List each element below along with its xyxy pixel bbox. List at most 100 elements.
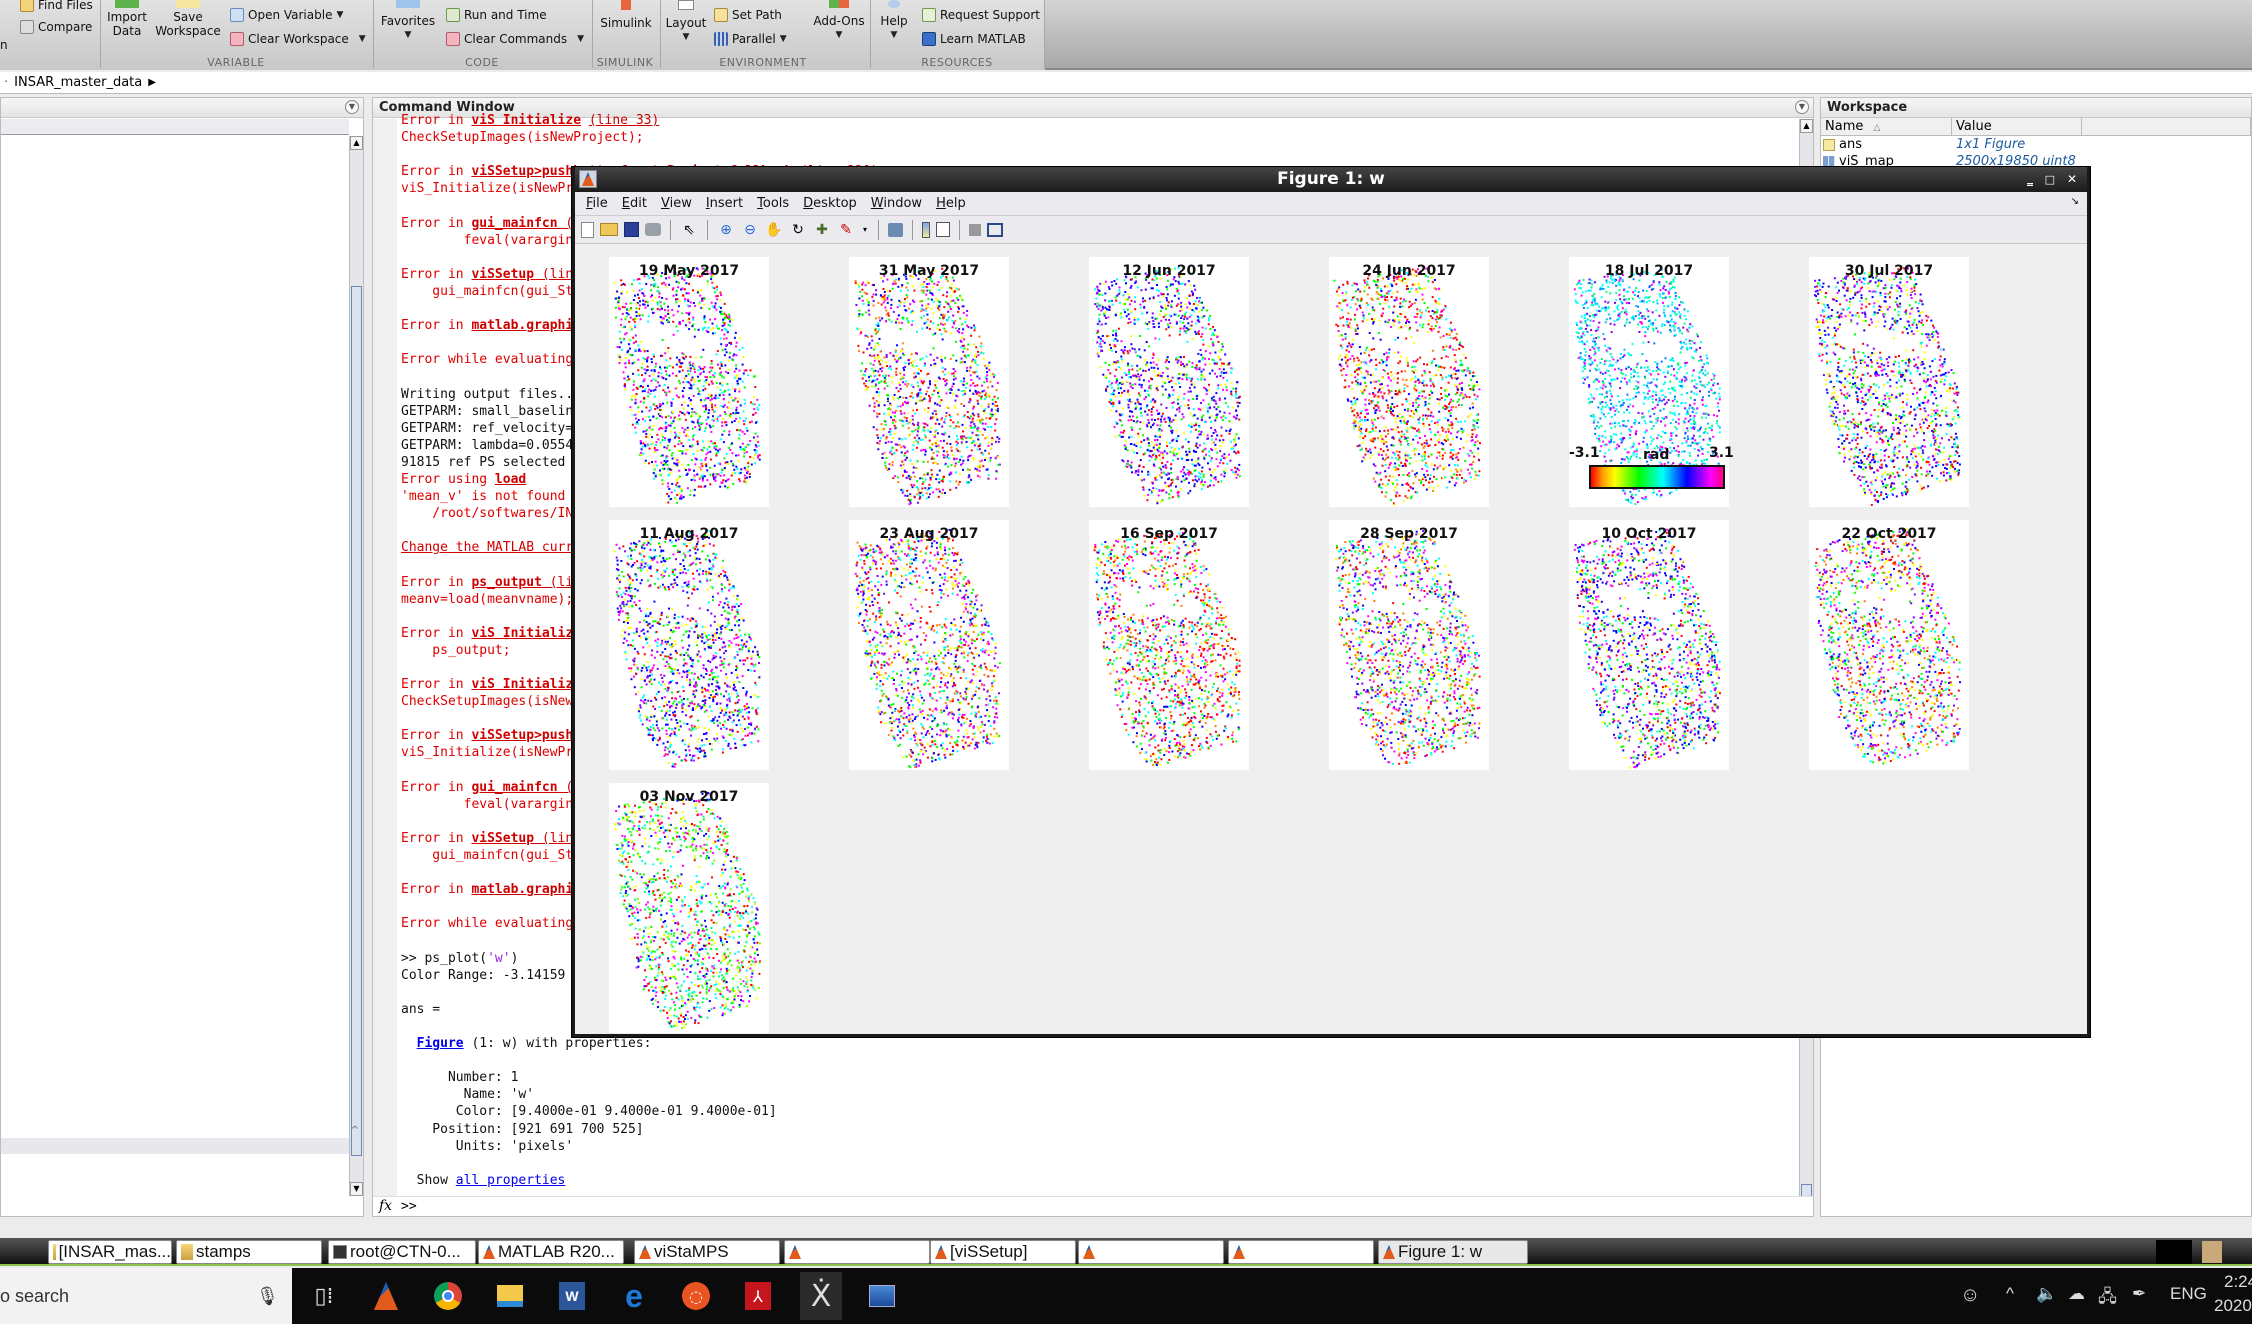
subplot-axes[interactable]: 30 Jul 2017 [1809, 257, 1969, 507]
task-view-icon[interactable]: ▯⁞ [304, 1276, 344, 1316]
command-output-link[interactable]: gui_mainfcn [471, 780, 557, 795]
pointer-icon[interactable]: ⇖ [680, 221, 698, 239]
matlab-icon[interactable] [366, 1276, 406, 1316]
parallel-button[interactable]: Parallel ▼ [714, 32, 787, 46]
command-output-link[interactable]: viS Initialize [471, 677, 581, 692]
scroll-up-arrow-icon[interactable]: ▲ [350, 136, 363, 150]
command-output-link[interactable]: viSSetup [471, 831, 534, 846]
zoom-in-icon[interactable]: ⊕ [717, 221, 735, 239]
menu-tools[interactable]: Tools [750, 196, 796, 211]
subplot-axes[interactable]: 03 Nov 2017 [609, 783, 769, 1033]
folder-details-divider[interactable] [1, 1138, 349, 1154]
panel-actions-icon[interactable]: ▼ [345, 100, 359, 114]
subplot-axes[interactable]: 22 Oct 2017 [1809, 520, 1969, 770]
colorbar-icon[interactable] [922, 221, 930, 238]
taskbar-task-button[interactable]: MATLAB R20... [478, 1240, 624, 1264]
taskbar-task-button[interactable]: viStaMPS [634, 1240, 780, 1264]
collapse-details-icon[interactable]: ^ [351, 1125, 359, 1136]
subplot-axes[interactable]: 16 Sep 2017 [1089, 520, 1249, 770]
open-file-icon[interactable] [600, 223, 618, 236]
compare-button[interactable]: Compare [20, 20, 92, 34]
taskbar-task-button[interactable]: [viSSetup] [930, 1240, 1076, 1264]
brush-dropdown-icon[interactable]: ▾ [861, 221, 869, 239]
figure-title-bar[interactable]: Figure 1: w ‗ □ ✕ [575, 167, 2087, 192]
folder-vertical-scrollbar[interactable]: ▲ ▼ [349, 136, 363, 1196]
taskbar-task-button[interactable]: [INSAR_mas... [48, 1240, 172, 1264]
find-files-button[interactable]: Find Files [20, 0, 93, 12]
pan-icon[interactable]: ✋ [765, 221, 783, 239]
clock-date[interactable]: 2020- [2214, 1296, 2252, 1316]
menu-file[interactable]: File [579, 196, 615, 211]
input-language-indicator[interactable]: ENG [2170, 1284, 2207, 1304]
command-output-link[interactable]: (line 33) [589, 113, 659, 128]
scrollbar-thumb[interactable] [351, 286, 362, 1156]
column-header-name[interactable]: Name △ [1821, 118, 1952, 135]
volume-icon[interactable]: 🔈 [2036, 1284, 2057, 1304]
command-output-link[interactable]: Figure [417, 1036, 464, 1051]
save-workspace-button[interactable]: Save Workspace [154, 0, 222, 38]
taskbar-task-button[interactable] [1078, 1240, 1224, 1264]
menu-edit[interactable]: Edit [615, 196, 654, 211]
word-icon[interactable]: W [552, 1276, 592, 1316]
taskbar-task-button[interactable]: root@CTN-0... [328, 1240, 476, 1264]
subplot-axes[interactable]: 11 Aug 2017 [609, 520, 769, 770]
command-prompt-line[interactable]: fx >> [373, 1196, 1813, 1216]
pen-workspace-icon[interactable]: ✒ [2132, 1284, 2146, 1304]
menu-desktop[interactable]: Desktop [796, 196, 864, 211]
subplot-axes[interactable]: 23 Aug 2017 [849, 520, 1009, 770]
data-cursor-icon[interactable]: ✚ [813, 221, 831, 239]
maximize-icon[interactable]: □ [2045, 167, 2055, 192]
windows-search-box[interactable]: o search 🎙 [0, 1268, 292, 1324]
current-folder-address-bar[interactable]: · INSAR_master_data ▶ [0, 72, 2252, 94]
path-chevron-right-icon[interactable]: ▶ [148, 77, 156, 88]
print-icon[interactable] [645, 223, 661, 236]
run-and-time-button[interactable]: Run and Time [446, 8, 547, 22]
function-browser-fx-icon[interactable]: fx [379, 1198, 392, 1214]
taskbar-task-button[interactable]: stamps [176, 1240, 322, 1264]
clear-workspace-button[interactable]: Clear Workspace ▼ [230, 32, 366, 46]
help-button[interactable]: Help ▼ [874, 0, 914, 42]
subplot-axes[interactable]: 10 Oct 2017 [1569, 520, 1729, 770]
column-header-value[interactable]: Value [1952, 118, 2082, 135]
command-output-link[interactable]: all properties [456, 1173, 566, 1188]
dock-figure-icon[interactable]: ↘ [2071, 196, 2079, 207]
panel-actions-icon[interactable]: ▼ [1795, 100, 1809, 114]
subplot-axes[interactable]: 19 May 2017 [609, 257, 769, 507]
scroll-down-arrow-icon[interactable]: ▼ [350, 1182, 363, 1196]
menu-view[interactable]: View [654, 196, 699, 211]
figure-canvas[interactable]: 19 May 2017 31 May 2017 12 Jun 2017 24 Jun … [575, 247, 2087, 1034]
command-output-link[interactable]: gui_mainfcn [471, 216, 557, 231]
hide-plot-tools-icon[interactable] [969, 223, 981, 236]
learn-matlab-button[interactable]: Learn MATLAB [922, 32, 1026, 46]
acrobat-icon[interactable]: ⅄ [738, 1276, 778, 1316]
clipboard-icon[interactable] [2202, 1241, 2222, 1263]
network-icon[interactable]: 🖧 [2098, 1284, 2117, 1313]
command-output-link[interactable]: load [495, 472, 526, 487]
add-ons-button[interactable]: Add-Ons ▼ [812, 0, 866, 42]
file-explorer-icon[interactable] [490, 1276, 530, 1316]
menu-help[interactable]: Help [929, 196, 973, 211]
taskbar-task-button[interactable] [784, 1240, 930, 1264]
chrome-icon[interactable] [428, 1276, 468, 1316]
rotate-3d-icon[interactable]: ↻ [789, 221, 807, 239]
subplot-axes[interactable]: 12 Jun 2017 [1089, 257, 1249, 507]
people-icon[interactable]: ☺ [1960, 1284, 1980, 1307]
set-path-button[interactable]: Set Path [714, 8, 782, 22]
new-figure-icon[interactable] [581, 221, 594, 238]
menu-window[interactable]: Window [864, 196, 929, 211]
request-support-button[interactable]: Request Support [922, 8, 1040, 22]
layout-button[interactable]: Layout ▼ [664, 0, 708, 44]
clear-commands-button[interactable]: Clear Commands ▼ [446, 32, 584, 46]
subplot-axes[interactable]: 24 Jun 2017 [1329, 257, 1489, 507]
path-segment[interactable]: INSAR_master_data [14, 75, 142, 90]
command-output-link[interactable]: ps_output [471, 575, 541, 590]
partial-left-button[interactable]: n [0, 38, 8, 52]
clock-time[interactable]: 2:24 [2224, 1272, 2252, 1292]
xming-icon[interactable]: Ẋ [800, 1272, 842, 1320]
remote-desktop-icon[interactable] [862, 1276, 902, 1316]
onedrive-cloud-icon[interactable]: ☁ [2068, 1284, 2085, 1304]
zoom-out-icon[interactable]: ⊖ [741, 221, 759, 239]
open-variable-button[interactable]: Open Variable ▼ [230, 8, 343, 22]
command-output-link[interactable]: viSSetup [471, 267, 534, 282]
menu-insert[interactable]: Insert [699, 196, 750, 211]
